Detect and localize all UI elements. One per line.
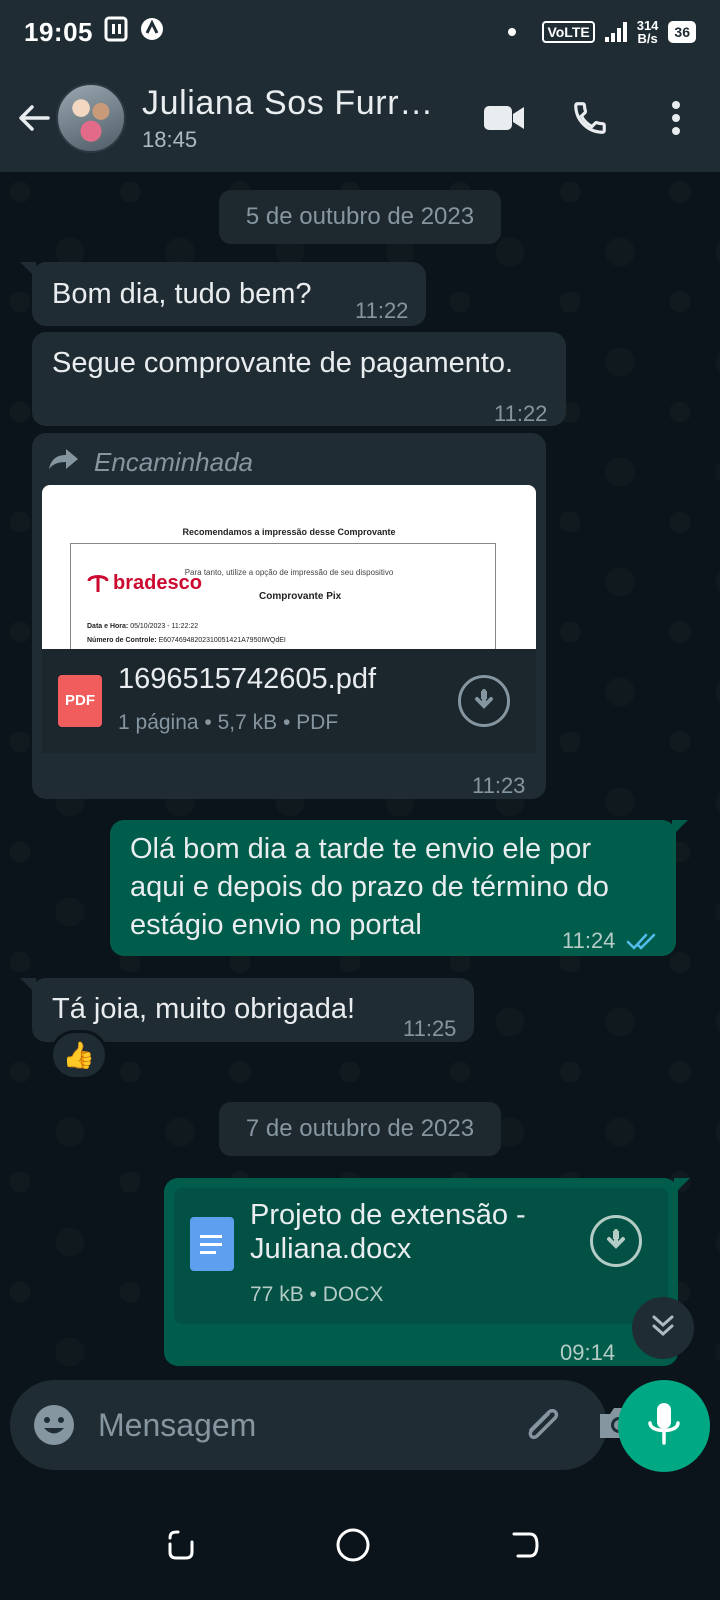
incoming-document-message[interactable]: Encaminhada Recomendamos a impressão des… (32, 433, 546, 799)
message-time: 11:24 (562, 928, 616, 953)
video-call-icon[interactable] (474, 88, 534, 148)
message-text: Segue comprovante de pagamento. (52, 347, 514, 379)
docx-file-row[interactable]: Projeto de extensão - Juliana.docx 77 kB… (174, 1188, 668, 1324)
message-input[interactable] (98, 1406, 518, 1444)
document-file-icon (190, 1217, 234, 1271)
pdf-preview[interactable]: Recomendamos a impressão desse Comprovan… (42, 485, 536, 649)
file-detail: 77 kB • DOCX (250, 1283, 384, 1306)
incoming-message[interactable]: Tá joia, muito obrigada! 11:25 (20, 978, 474, 1042)
paperclip-icon[interactable] (518, 1400, 566, 1450)
back-arrow-icon[interactable] (14, 98, 54, 138)
file-detail: 1 página • 5,7 kB • PDF (118, 711, 339, 734)
sim-icon (103, 16, 129, 49)
message-text: Olá bom dia a tarde te envio ele por aqu… (130, 833, 609, 941)
message-time: 11:25 (403, 1016, 457, 1041)
contact-name: Juliana Sos Furr… (142, 83, 434, 122)
read-receipt-icon (626, 924, 658, 962)
date-separator: 7 de outubro de 2023 (219, 1102, 501, 1156)
reaction-thumbs-up[interactable]: 👍 (50, 1030, 108, 1080)
outgoing-document-message[interactable]: Projeto de extensão - Juliana.docx 77 kB… (164, 1178, 690, 1366)
back-nav-icon[interactable] (490, 1510, 560, 1580)
forward-arrow-icon (48, 443, 80, 481)
download-icon[interactable] (458, 675, 510, 727)
vpn-icon (139, 16, 165, 49)
contact-avatar[interactable] (56, 83, 126, 153)
status-bar: 19:05 VoLTE 314 B/s 36 (0, 0, 720, 64)
chat-header: Juliana Sos Furr… 18:45 (0, 64, 720, 172)
volte-badge: VoLTE (542, 21, 595, 43)
date-separator: 5 de outubro de 2023 (219, 190, 501, 244)
voice-call-icon[interactable] (560, 88, 620, 148)
pdf-file-icon: PDF (58, 675, 102, 727)
home-icon[interactable] (318, 1510, 388, 1580)
bradesco-logo: bradesco (87, 564, 202, 602)
file-name: 1696515742605.pdf (118, 663, 377, 695)
battery-indicator: 36 (668, 21, 696, 43)
signal-icon (604, 22, 627, 42)
message-time: 11:22 (355, 298, 409, 323)
file-name: Projeto de extensão - Juliana.docx (250, 1199, 526, 1265)
message-time: 09:14 (560, 1340, 616, 1365)
scroll-to-bottom-button[interactable] (632, 1297, 694, 1359)
outgoing-message[interactable]: Olá bom dia a tarde te envio ele por aqu… (110, 820, 688, 956)
contact-info[interactable]: Juliana Sos Furr… 18:45 (142, 84, 474, 153)
more-options-icon[interactable] (646, 88, 706, 148)
pdf-file-row[interactable]: PDF 1696515742605.pdf 1 página • 5,7 kB … (42, 649, 536, 753)
forwarded-label: Encaminhada (48, 443, 253, 481)
message-time: 11:22 (494, 401, 548, 426)
message-time: 11:23 (472, 773, 526, 798)
last-seen: 18:45 (142, 126, 198, 152)
microphone-icon (647, 1401, 681, 1452)
microphone-button[interactable] (618, 1380, 710, 1472)
chat-area[interactable]: 5 de outubro de 2023 Bom dia, tudo bem? … (0, 172, 720, 1380)
message-input-bar (10, 1380, 638, 1470)
recents-icon[interactable] (146, 1510, 216, 1580)
data-rate: 314 B/s (636, 18, 659, 46)
system-navigation-bar (0, 1490, 720, 1600)
message-text: Bom dia, tudo bem? (52, 278, 312, 310)
incoming-message[interactable]: Bom dia, tudo bem? 11:22 (20, 262, 426, 326)
status-time: 19:05 (24, 16, 93, 47)
download-icon[interactable] (590, 1215, 642, 1267)
incoming-message[interactable]: Segue comprovante de pagamento. 11:22 (32, 332, 566, 426)
double-chevron-down-icon (648, 1311, 678, 1346)
notification-dot (508, 28, 517, 36)
emoji-icon[interactable] (32, 1403, 76, 1447)
message-text: Tá joia, muito obrigada! (52, 993, 356, 1025)
